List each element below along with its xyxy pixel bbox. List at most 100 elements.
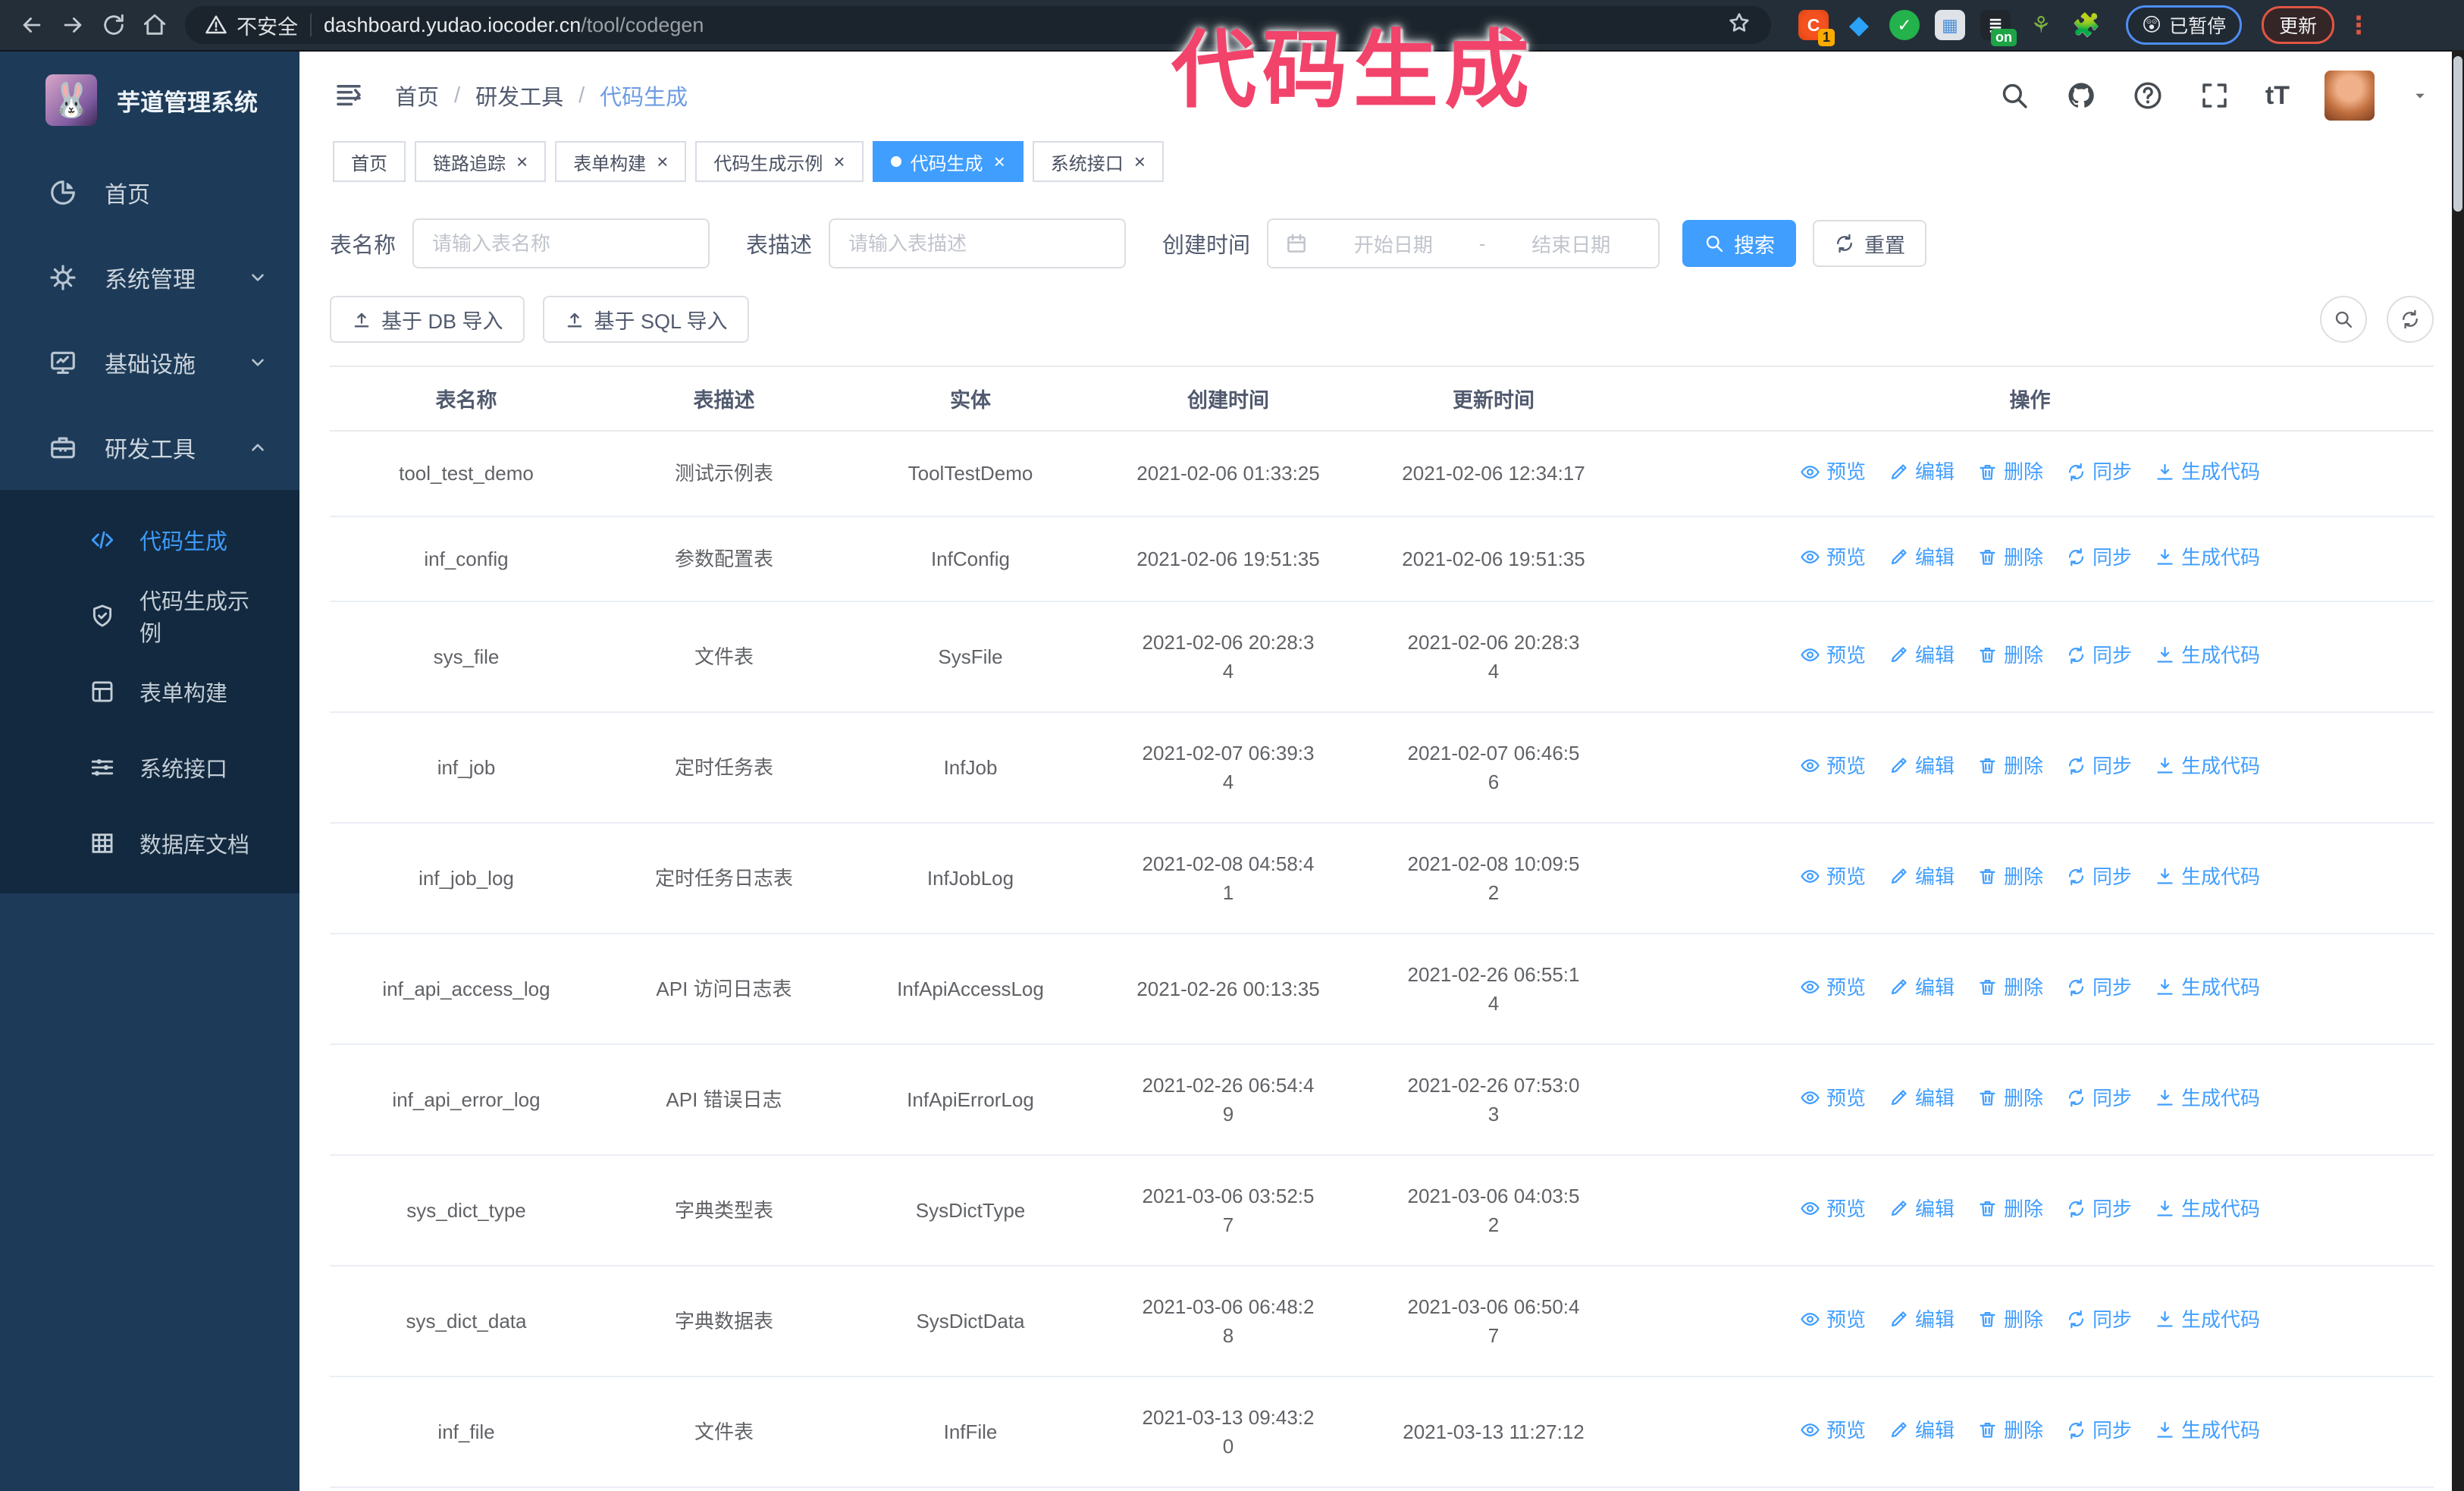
preview-link[interactable]: 预览 xyxy=(1800,1194,1866,1223)
extension-icon-green-check[interactable]: ✓ xyxy=(1889,10,1920,40)
generate-code-link[interactable]: 生成代码 xyxy=(2155,1416,2260,1445)
sidebar-subitem-1[interactable]: 代码生成示例 xyxy=(0,578,299,654)
avatar-caret-down-icon[interactable] xyxy=(2409,85,2431,106)
sync-link[interactable]: 同步 xyxy=(2066,973,2132,1002)
preview-link[interactable]: 预览 xyxy=(1800,973,1866,1002)
generate-code-link[interactable]: 生成代码 xyxy=(2155,973,2260,1002)
create-time-range-picker[interactable]: 开始日期 - 结束日期 xyxy=(1267,218,1660,268)
sidebar-subitem-2[interactable]: 表单构建 xyxy=(0,654,299,730)
preview-link[interactable]: 预览 xyxy=(1800,1416,1866,1445)
browser-menu-icon[interactable]: ⋮ xyxy=(2346,11,2372,39)
tab-close-icon[interactable]: × xyxy=(833,150,845,174)
preview-link[interactable]: 预览 xyxy=(1800,1305,1866,1334)
sync-link[interactable]: 同步 xyxy=(2066,1084,2132,1113)
tab-4[interactable]: 代码生成 × xyxy=(872,141,1024,182)
tab-close-icon[interactable]: × xyxy=(1134,150,1146,174)
sidebar-subitem-4[interactable]: 数据库文档 xyxy=(0,805,299,881)
generate-code-link[interactable]: 生成代码 xyxy=(2155,752,2260,780)
reset-button[interactable]: 重置 xyxy=(1813,220,1927,267)
delete-link[interactable]: 删除 xyxy=(1977,752,2043,780)
extension-icon-gem[interactable]: ◆ xyxy=(1844,10,1874,40)
help-icon[interactable] xyxy=(2132,80,2164,111)
breadcrumb-dev-tools[interactable]: 研发工具 xyxy=(475,80,563,111)
search-button[interactable]: 搜索 xyxy=(1682,220,1797,267)
sync-link[interactable]: 同步 xyxy=(2066,752,2132,780)
edit-link[interactable]: 编辑 xyxy=(1889,752,1955,780)
table-desc-input[interactable] xyxy=(829,218,1127,268)
edit-link[interactable]: 编辑 xyxy=(1889,1305,1955,1334)
browser-back-button[interactable] xyxy=(14,7,50,43)
tab-close-icon[interactable]: × xyxy=(994,150,1005,174)
edit-link[interactable]: 编辑 xyxy=(1889,641,1955,670)
profile-paused-badge[interactable]: 😲 已暂停 xyxy=(2126,5,2243,45)
search-icon[interactable] xyxy=(1998,80,2030,111)
browser-reload-button[interactable] xyxy=(96,7,132,43)
extension-icon-dark[interactable]: ≣ on xyxy=(1980,10,2017,46)
delete-link[interactable]: 删除 xyxy=(1977,1305,2043,1334)
delete-link[interactable]: 删除 xyxy=(1977,1194,2043,1223)
import-sql-button[interactable]: 基于 SQL 导入 xyxy=(542,296,749,343)
sync-link[interactable]: 同步 xyxy=(2066,862,2132,891)
preview-link[interactable]: 预览 xyxy=(1800,752,1866,780)
toggle-search-button[interactable] xyxy=(2320,296,2367,343)
tab-close-icon[interactable]: × xyxy=(657,150,668,174)
generate-code-link[interactable]: 生成代码 xyxy=(2155,1194,2260,1223)
edit-link[interactable]: 编辑 xyxy=(1889,1416,1955,1445)
refresh-table-button[interactable] xyxy=(2387,296,2434,343)
sidebar-item-1[interactable]: 系统管理 xyxy=(0,235,299,320)
scrollbar-thumb[interactable] xyxy=(2453,56,2462,212)
sidebar-subitem-3[interactable]: 系统接口 xyxy=(0,730,299,805)
generate-code-link[interactable]: 生成代码 xyxy=(2155,1305,2260,1334)
page-scrollbar[interactable] xyxy=(2452,50,2464,1491)
tab-3[interactable]: 代码生成示例 × xyxy=(695,141,864,182)
sync-link[interactable]: 同步 xyxy=(2066,641,2132,670)
edit-link[interactable]: 编辑 xyxy=(1889,457,1955,486)
tab-2[interactable]: 表单构建 × xyxy=(555,141,687,182)
user-avatar[interactable] xyxy=(2324,71,2375,121)
sync-link[interactable]: 同步 xyxy=(2066,1305,2132,1334)
extension-icon-grid[interactable]: ▦ xyxy=(1935,10,1965,40)
delete-link[interactable]: 删除 xyxy=(1977,1416,2043,1445)
generate-code-link[interactable]: 生成代码 xyxy=(2155,543,2260,572)
tab-1[interactable]: 链路追踪 × xyxy=(415,141,547,182)
preview-link[interactable]: 预览 xyxy=(1800,1084,1866,1113)
generate-code-link[interactable]: 生成代码 xyxy=(2155,1084,2260,1113)
browser-home-button[interactable] xyxy=(136,7,173,43)
tab-close-icon[interactable]: × xyxy=(516,150,528,174)
sidebar-item-0[interactable]: 首页 xyxy=(0,150,299,235)
sync-link[interactable]: 同步 xyxy=(2066,1194,2132,1223)
tab-0[interactable]: 首页 xyxy=(333,141,406,182)
edit-link[interactable]: 编辑 xyxy=(1889,973,1955,1002)
security-warning[interactable]: 不安全 xyxy=(205,11,298,40)
generate-code-link[interactable]: 生成代码 xyxy=(2155,862,2260,891)
browser-update-button[interactable]: 更新 xyxy=(2262,6,2335,44)
sidebar-collapse-icon[interactable] xyxy=(333,80,365,111)
browser-forward-button[interactable] xyxy=(55,7,91,43)
delete-link[interactable]: 删除 xyxy=(1977,543,2043,572)
delete-link[interactable]: 删除 xyxy=(1977,862,2043,891)
sidebar-item-3[interactable]: 研发工具 xyxy=(0,405,299,490)
sidebar-logo-row[interactable]: 🐰 芋道管理系统 xyxy=(0,50,299,150)
preview-link[interactable]: 预览 xyxy=(1800,862,1866,891)
extensions-puzzle-icon[interactable]: 🧩 xyxy=(2071,10,2102,40)
sync-link[interactable]: 同步 xyxy=(2066,543,2132,572)
edit-link[interactable]: 编辑 xyxy=(1889,1194,1955,1223)
tab-5[interactable]: 系统接口 × xyxy=(1032,141,1164,182)
font-size-icon[interactable]: tT xyxy=(2265,81,2290,111)
sync-link[interactable]: 同步 xyxy=(2066,1416,2132,1445)
breadcrumb-home[interactable]: 首页 xyxy=(395,80,439,111)
delete-link[interactable]: 删除 xyxy=(1977,1084,2043,1113)
delete-link[interactable]: 删除 xyxy=(1977,973,2043,1002)
generate-code-link[interactable]: 生成代码 xyxy=(2155,641,2260,670)
preview-link[interactable]: 预览 xyxy=(1800,641,1866,670)
edit-link[interactable]: 编辑 xyxy=(1889,1084,1955,1113)
fullscreen-icon[interactable] xyxy=(2199,80,2230,111)
extension-icon-green-plant[interactable]: ⚘ xyxy=(2026,10,2056,40)
delete-link[interactable]: 删除 xyxy=(1977,641,2043,670)
preview-link[interactable]: 预览 xyxy=(1800,457,1866,486)
table-name-input[interactable] xyxy=(412,218,710,268)
sidebar-item-2[interactable]: 基础设施 xyxy=(0,320,299,405)
generate-code-link[interactable]: 生成代码 xyxy=(2155,457,2260,486)
delete-link[interactable]: 删除 xyxy=(1977,457,2043,486)
address-bar[interactable]: 不安全 dashboard.yudao.iocoder.cn/tool/code… xyxy=(185,6,1771,44)
